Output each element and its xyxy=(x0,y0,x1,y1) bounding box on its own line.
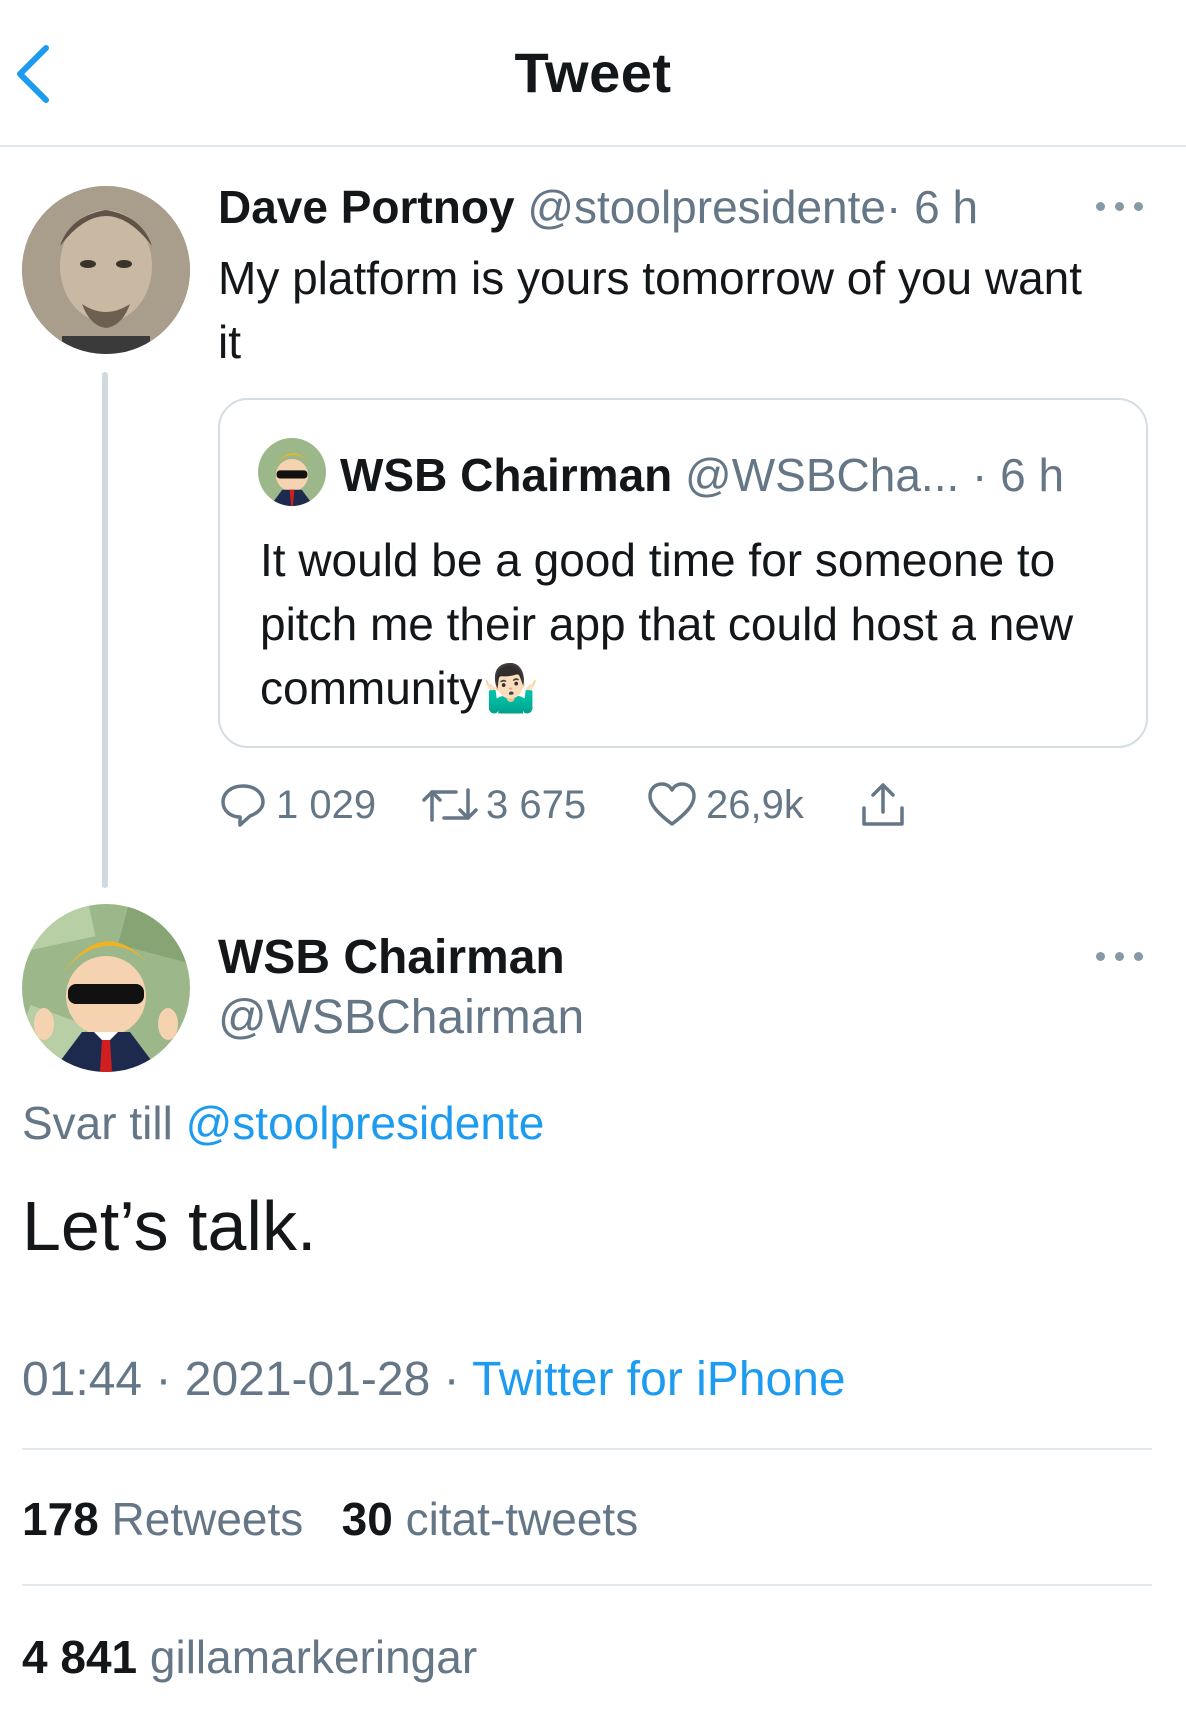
avatar-dave-portnoy[interactable] xyxy=(22,186,190,354)
more-options-icon[interactable] xyxy=(1096,948,1144,964)
quoted-tweet-text-block: It would be a good time for someone to p… xyxy=(260,528,1120,720)
retweet-icon xyxy=(422,788,478,822)
reply-context: Svar till @stoolpresidente xyxy=(22,1096,544,1150)
reply-count: 1 029 xyxy=(276,782,377,827)
tweet-time: · 6 h xyxy=(886,181,979,233)
reply-icon xyxy=(221,784,265,827)
reply-button[interactable]: 1 029 xyxy=(218,770,376,840)
shrug-emoji: 🤷🏻‍♂️ xyxy=(482,662,540,714)
retweet-button[interactable]: 3 675 xyxy=(422,770,586,840)
quoted-avatar-wsb xyxy=(258,438,326,506)
quotes-stat[interactable]: 30 citat-tweets xyxy=(342,1493,639,1545)
main-author-handle[interactable]: @WSBChairman xyxy=(218,990,584,1045)
retweets-stat[interactable]: 178 Retweets xyxy=(22,1493,316,1545)
likes-count: 4 841 xyxy=(22,1631,138,1683)
tweet-detail-page: Tweet Dave Portnoy @stoolpresidente· 6 h… xyxy=(0,0,1186,1714)
parent-tweet-text: My platform is yours tomorrow of you wan… xyxy=(218,252,1083,368)
profile-photo-icon xyxy=(22,186,190,354)
likes-label: gillamarkeringar xyxy=(149,1631,478,1683)
divider xyxy=(22,1448,1152,1450)
share-icon xyxy=(862,783,904,826)
avatar-wsb-chairman[interactable] xyxy=(22,904,190,1072)
tweet-meta: 01:44 · 2021-01-28 · Twitter for iPhone xyxy=(22,1352,846,1407)
page-title: Tweet xyxy=(514,41,672,104)
retweet-count: 3 675 xyxy=(486,782,587,827)
quoted-tweet-text: It would be a good time for someone to p… xyxy=(260,534,1074,714)
profile-photo-icon xyxy=(258,438,326,506)
quoted-tweet-header: WSB Chairman @WSBCha... · 6 h xyxy=(340,448,1064,502)
tweet-action-bar: 1 029 3 675 26,9k xyxy=(218,770,1118,840)
quoted-tweet-card[interactable]: WSB Chairman @WSBCha... · 6 h It would b… xyxy=(218,398,1148,748)
tweet-timestamp: 01:44 · 2021-01-28 · xyxy=(22,1353,460,1406)
navigation-bar: Tweet xyxy=(0,0,1186,147)
profile-photo-icon xyxy=(22,904,190,1072)
divider xyxy=(22,1584,1152,1586)
like-button[interactable]: 26,9k xyxy=(646,770,804,840)
main-author-name[interactable]: WSB Chairman xyxy=(218,930,565,985)
tweet-source-link[interactable]: Twitter for iPhone xyxy=(472,1353,846,1406)
heart-icon xyxy=(648,782,696,826)
reply-prefix: Svar till xyxy=(22,1097,173,1149)
share-button[interactable] xyxy=(858,770,916,840)
retweets-label: Retweets xyxy=(111,1493,304,1545)
quoted-author-handle: @WSBCha... xyxy=(685,449,960,501)
quotes-label: citat-tweets xyxy=(405,1493,639,1545)
author-name[interactable]: Dave Portnoy xyxy=(218,181,515,233)
parent-tweet-header: Dave Portnoy @stoolpresidente· 6 h xyxy=(218,180,978,234)
main-tweet-text: Let’s talk. xyxy=(22,1187,317,1265)
thread-connector-line xyxy=(102,372,108,888)
retweets-count: 178 xyxy=(22,1493,99,1545)
author-handle[interactable]: @stoolpresidente xyxy=(527,181,886,233)
quotes-count: 30 xyxy=(341,1493,393,1545)
quoted-tweet-time: · 6 h xyxy=(972,449,1065,501)
likes-stat[interactable]: 4 841 gillamarkeringar xyxy=(22,1630,477,1684)
engagement-stats: 178 Retweets 30 citat-tweets xyxy=(22,1492,638,1546)
like-count: 26,9k xyxy=(706,782,804,827)
reply-to-link[interactable]: @stoolpresidente xyxy=(186,1097,545,1149)
quoted-author-name: WSB Chairman xyxy=(340,449,673,501)
more-options-icon[interactable] xyxy=(1096,198,1144,214)
